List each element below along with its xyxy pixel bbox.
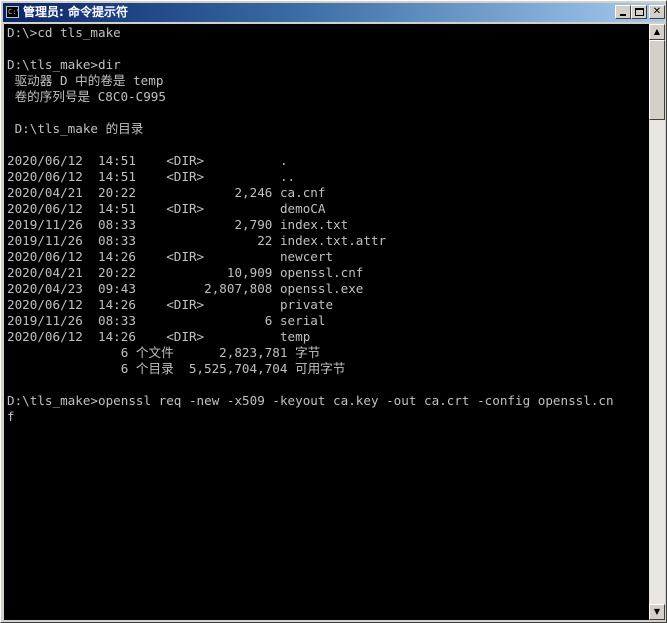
close-icon: ✕ bbox=[652, 6, 662, 17]
console-output[interactable]: D:\>cd tls_make D:\tls_make>dir 驱动器 D 中的卷… bbox=[4, 24, 649, 620]
console-line: D:\tls_make>openssl req -new -x509 -keyo… bbox=[7, 393, 614, 408]
window-title: 管理员: 命令提示符 bbox=[23, 5, 128, 19]
console-line: 卷的序列号是 C8C0-C995 bbox=[7, 89, 166, 104]
console-line: D:\tls_make>dir bbox=[7, 57, 121, 72]
command-prompt-window: C:\ 管理员: 命令提示符 ✕ D:\>cd tls_make D:\tls_m… bbox=[0, 0, 667, 623]
close-button[interactable]: ✕ bbox=[649, 5, 665, 19]
scroll-thumb[interactable] bbox=[649, 40, 665, 120]
console-line: 2020/06/12 14:51 <DIR> . bbox=[7, 153, 288, 168]
maximize-button[interactable] bbox=[631, 5, 647, 19]
maximize-icon bbox=[635, 8, 644, 16]
minimize-button[interactable] bbox=[615, 5, 631, 19]
console-line: 2020/06/12 14:51 <DIR> .. bbox=[7, 169, 296, 184]
console-line: 2020/06/12 14:26 <DIR> private bbox=[7, 297, 334, 312]
minimize-icon bbox=[620, 14, 626, 16]
console-line: 6 个目录 5,525,704,704 可用字节 bbox=[7, 361, 346, 376]
console-line: 6 个文件 2,823,781 字节 bbox=[7, 345, 321, 360]
console-line: 2020/06/12 14:26 <DIR> temp bbox=[7, 329, 311, 344]
scroll-up-button[interactable]: ▲ bbox=[649, 24, 665, 40]
console-line: f bbox=[7, 409, 15, 424]
console-line: 驱动器 D 中的卷是 temp bbox=[7, 73, 164, 88]
console-line: D:\>cd tls_make bbox=[7, 25, 121, 40]
command-prompt-icon[interactable]: C:\ bbox=[6, 6, 19, 18]
title-bar[interactable]: C:\ 管理员: 命令提示符 ✕ bbox=[3, 3, 665, 22]
console-line: 2020/04/23 09:43 2,807,808 openssl.exe bbox=[7, 281, 364, 296]
console-line: 2020/04/21 20:22 2,246 ca.cnf bbox=[7, 185, 326, 200]
scroll-down-button[interactable]: ▼ bbox=[649, 604, 665, 620]
arrow-down-icon: ▼ bbox=[653, 607, 661, 616]
vertical-scrollbar[interactable]: ▲ ▼ bbox=[649, 24, 665, 620]
console-line: 2019/11/26 08:33 6 serial bbox=[7, 313, 326, 328]
arrow-up-icon: ▲ bbox=[653, 27, 661, 36]
console-line: 2020/04/21 20:22 10,909 openssl.cnf bbox=[7, 265, 364, 280]
console-line: 2019/11/26 08:33 22 index.txt.attr bbox=[7, 233, 387, 248]
console-line: D:\tls_make 的目录 bbox=[7, 121, 144, 136]
console-line: 2019/11/26 08:33 2,790 index.txt bbox=[7, 217, 349, 232]
console-line: 2020/06/12 14:51 <DIR> demoCA bbox=[7, 201, 326, 216]
console-line: 2020/06/12 14:26 <DIR> newcert bbox=[7, 249, 334, 264]
